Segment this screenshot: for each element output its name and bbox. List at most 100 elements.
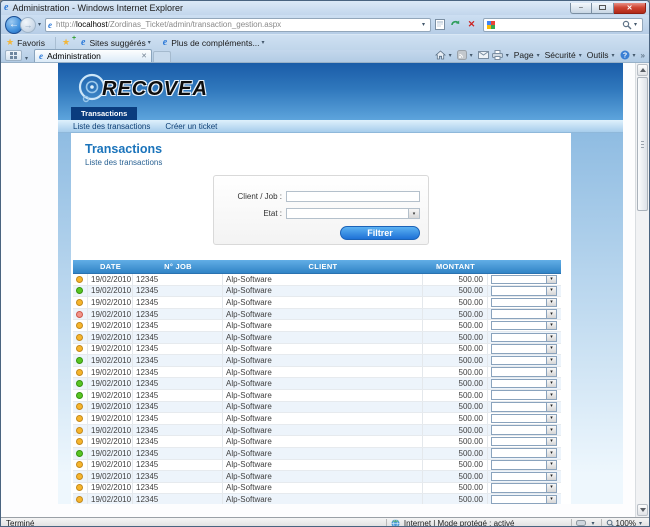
close-button[interactable]: ✕: [614, 3, 646, 14]
chevron-down-icon[interactable]: ▾: [546, 310, 556, 318]
status-icon: [76, 369, 83, 376]
security-menu-button[interactable]: Sécurité ▾: [545, 50, 584, 60]
refresh-button[interactable]: [448, 17, 463, 32]
row-state-select[interactable]: ▾: [491, 298, 557, 308]
menu-creer-un-ticket[interactable]: Créer un ticket: [165, 122, 217, 131]
row-state-select[interactable]: ▾: [491, 379, 557, 389]
forward-button[interactable]: →: [20, 17, 36, 33]
client-job-input[interactable]: [286, 191, 420, 202]
suggested-sites-button[interactable]: e Sites suggérés ▾: [81, 38, 153, 48]
chevron-down-icon[interactable]: ▾: [546, 449, 556, 457]
stop-button[interactable]: ✕: [464, 17, 479, 32]
search-box[interactable]: ▾: [483, 18, 643, 32]
page-menu-button[interactable]: Page ▾: [514, 50, 542, 60]
address-dropdown-icon[interactable]: ▾: [419, 21, 428, 28]
row-state-select[interactable]: ▾: [491, 437, 557, 447]
row-state-select[interactable]: ▾: [491, 333, 557, 343]
cell-job: 12345: [133, 309, 223, 320]
chevron-down-icon[interactable]: ▾: [506, 52, 509, 59]
history-dropdown[interactable]: ▾: [38, 21, 41, 28]
chevron-down-icon[interactable]: ▾: [546, 334, 556, 342]
row-state-select[interactable]: ▾: [491, 402, 557, 412]
chevron-down-icon[interactable]: ▾: [546, 496, 556, 504]
addons-button[interactable]: e Plus de compléments... ▾: [163, 38, 267, 48]
cell-job: 12345: [133, 286, 223, 297]
chevron-down-icon[interactable]: ▾: [546, 368, 556, 376]
chevron-down-icon[interactable]: ▾: [546, 299, 556, 307]
chevron-down-icon[interactable]: ▾: [546, 426, 556, 434]
plus-icon: +: [72, 35, 76, 42]
search-icon[interactable]: [622, 20, 632, 30]
row-state-select[interactable]: ▾: [491, 425, 557, 435]
row-state-select[interactable]: ▾: [491, 460, 557, 470]
address-bar[interactable]: e http://localhost/Zordinas_Ticket/admin…: [45, 18, 431, 32]
row-state-select[interactable]: ▾: [491, 483, 557, 493]
etat-select[interactable]: ▾: [286, 208, 420, 219]
help-button[interactable]: ? ▾: [620, 50, 638, 60]
cell-amount: 500.00: [423, 297, 488, 308]
compatibility-view-button[interactable]: [432, 17, 447, 32]
chevron-down-icon[interactable]: ▾: [546, 403, 556, 411]
row-state-select[interactable]: ▾: [491, 448, 557, 458]
row-state-select[interactable]: ▾: [491, 472, 557, 482]
table-row: 19/02/2010 12345 Alp-Software 500.00 ▾: [73, 460, 561, 472]
home-button[interactable]: ▾: [435, 50, 454, 60]
overflow-chevron[interactable]: »: [641, 51, 645, 60]
search-dropdown-icon[interactable]: ▾: [634, 21, 637, 28]
chevron-down-icon[interactable]: ▾: [546, 391, 556, 399]
search-input[interactable]: [498, 20, 622, 29]
new-tab-button[interactable]: [153, 51, 171, 62]
scroll-up-button[interactable]: [637, 64, 648, 76]
chevron-down-icon[interactable]: ▾: [546, 287, 556, 295]
transactions-table: DATE N° JOB CLIENT MONTANT 19/02/2010 12…: [73, 260, 561, 504]
print-button[interactable]: ▾: [492, 50, 511, 60]
row-state-select[interactable]: ▾: [491, 356, 557, 366]
site-tab-transactions[interactable]: Transactions: [71, 107, 137, 120]
feeds-button[interactable]: ▾: [457, 50, 475, 60]
chevron-down-icon[interactable]: ▾: [408, 209, 419, 218]
tools-menu-button[interactable]: Outils ▾: [587, 50, 617, 60]
chevron-down-icon[interactable]: ▾: [546, 380, 556, 388]
vertical-scrollbar[interactable]: [635, 63, 649, 517]
tab-list-dropdown[interactable]: ▾: [25, 55, 28, 62]
chevron-down-icon[interactable]: ▾: [546, 415, 556, 423]
chevron-down-icon[interactable]: ▾: [546, 484, 556, 492]
chevron-down-icon[interactable]: ▾: [546, 473, 556, 481]
chevron-down-icon[interactable]: ▾: [546, 357, 556, 365]
row-state-select[interactable]: ▾: [491, 495, 557, 504]
chevron-down-icon[interactable]: ▾: [546, 322, 556, 330]
minimize-button[interactable]: –: [570, 3, 592, 14]
row-state-select[interactable]: ▾: [491, 414, 557, 424]
row-state-select[interactable]: ▾: [491, 309, 557, 319]
chevron-down-icon[interactable]: ▾: [592, 520, 595, 527]
tab-close-icon[interactable]: ✕: [141, 52, 147, 60]
filter-button[interactable]: Filtrer: [340, 226, 420, 240]
chevron-down-icon[interactable]: ▾: [470, 52, 473, 59]
compatibility-icon: [435, 19, 445, 30]
chevron-down-icon[interactable]: ▾: [546, 345, 556, 353]
row-state-select[interactable]: ▾: [491, 390, 557, 400]
chevron-down-icon[interactable]: ▾: [546, 438, 556, 446]
favorites-button[interactable]: ★ Favoris: [6, 37, 45, 48]
row-state-select[interactable]: ▾: [491, 321, 557, 331]
row-state-select[interactable]: ▾: [491, 367, 557, 377]
status-tool-icon[interactable]: [576, 519, 586, 527]
cell-amount: 500.00: [423, 367, 488, 378]
maximize-button[interactable]: [592, 3, 614, 14]
row-state-select[interactable]: ▾: [491, 275, 557, 285]
row-state-select[interactable]: ▾: [491, 344, 557, 354]
chevron-down-icon[interactable]: ▾: [449, 52, 452, 59]
tab-administration[interactable]: e Administration ✕: [34, 49, 152, 62]
menu-liste-des-transactions[interactable]: Liste des transactions: [73, 122, 150, 131]
row-state-select[interactable]: ▾: [491, 286, 557, 296]
read-mail-button[interactable]: [478, 51, 489, 59]
scroll-down-button[interactable]: [637, 504, 648, 516]
scrollbar-thumb[interactable]: [637, 77, 648, 211]
cell-job: 12345: [133, 494, 223, 504]
chevron-down-icon[interactable]: ▾: [546, 276, 556, 284]
add-to-favorites-bar-button[interactable]: ★ +: [62, 37, 73, 48]
chevron-down-icon[interactable]: ▾: [633, 52, 636, 59]
zoom-control[interactable]: 100% ▾: [606, 519, 644, 527]
chevron-down-icon[interactable]: ▾: [546, 461, 556, 469]
quick-tabs-button[interactable]: [5, 50, 22, 61]
